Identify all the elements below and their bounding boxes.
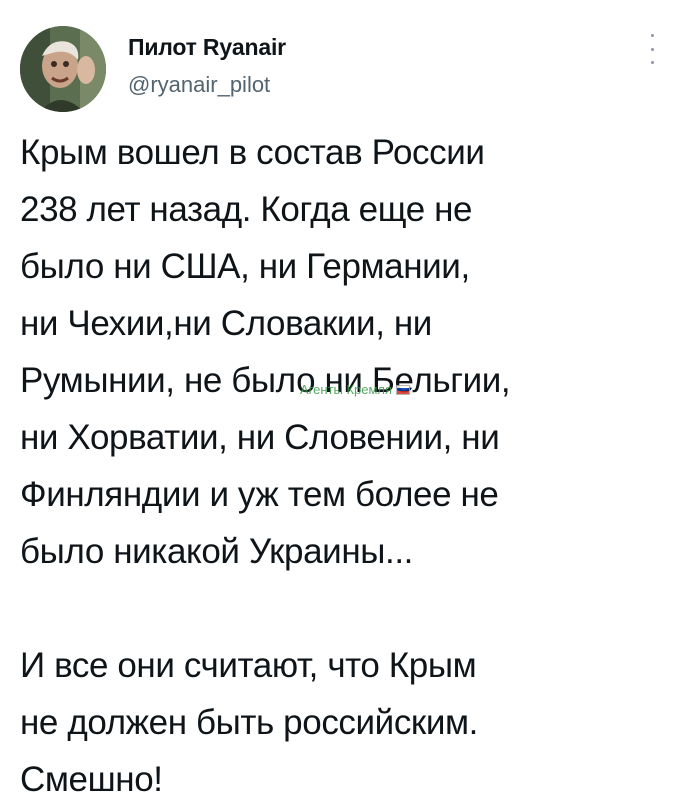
tweet-line: 238 лет назад. Когда еще не bbox=[20, 190, 473, 229]
watermark: Агенты Кремля bbox=[300, 382, 411, 397]
watermark-text: Агенты Кремля bbox=[300, 382, 393, 397]
tweet-card: Пилот Ryanair @ryanair_pilot Крым вошел … bbox=[0, 0, 676, 799]
author-name[interactable]: Пилот Ryanair bbox=[128, 34, 286, 61]
tweet-text: Крым вошел в состав России 238 лет назад… bbox=[20, 124, 660, 808]
tweet-line: Финляндии и уж тем более не bbox=[20, 475, 499, 514]
tweet-line: И все они считают, что Крым bbox=[20, 646, 477, 685]
tweet-line: было никакой Украины... bbox=[20, 532, 413, 571]
user-avatar-icon[interactable] bbox=[20, 26, 106, 112]
tweet-line: не должен быть российским. bbox=[20, 703, 478, 742]
more-options-icon[interactable] bbox=[642, 34, 662, 64]
tweet-line: Крым вошел в состав России bbox=[20, 133, 485, 172]
dot-icon bbox=[650, 47, 654, 51]
tweet-line: ни Хорватии, ни Словении, ни bbox=[20, 418, 500, 457]
russia-flag-icon bbox=[396, 384, 411, 395]
avatar-image bbox=[20, 26, 106, 112]
tweet-line: Румынии, не было ни Бельгии, bbox=[20, 361, 511, 400]
dot-icon bbox=[650, 34, 654, 37]
tweet-line: было ни США, ни Германии, bbox=[20, 247, 470, 286]
flag-stripe bbox=[397, 390, 410, 394]
dot-icon bbox=[650, 61, 654, 64]
author-handle[interactable]: @ryanair_pilot bbox=[128, 72, 270, 98]
tweet-line: ни Чехии,ни Словакии, ни bbox=[20, 304, 432, 343]
tweet-line: Смешно! bbox=[20, 760, 163, 799]
